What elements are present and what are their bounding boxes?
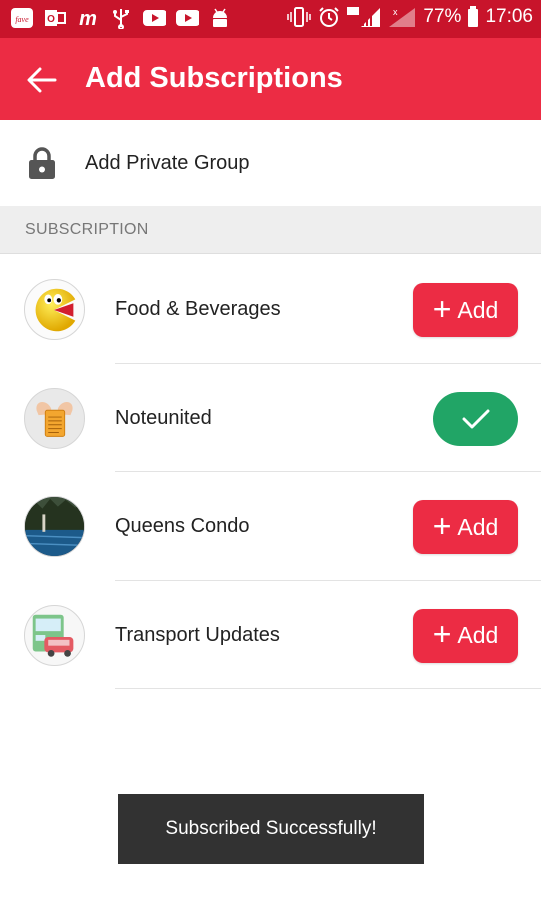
add-button[interactable]: + Add	[413, 500, 518, 554]
section-label: SUBSCRIPTION	[25, 221, 149, 238]
add-button-label: Add	[457, 296, 499, 323]
avatar	[24, 604, 85, 666]
add-button[interactable]: + Add	[413, 608, 518, 663]
back-button[interactable]	[22, 60, 62, 100]
alarm-icon	[317, 6, 341, 28]
list-item: Noteunited	[0, 364, 541, 472]
signal-icon	[347, 6, 381, 28]
note-icon	[36, 401, 73, 437]
signal-weak-icon: x	[387, 6, 417, 28]
svg-text:x: x	[393, 7, 398, 17]
avatar	[24, 279, 85, 340]
android-debug-icon	[208, 7, 232, 29]
toast-message: Subscribed Successfully!	[165, 818, 377, 839]
plus-icon: +	[432, 507, 452, 544]
plus-icon: +	[432, 290, 452, 327]
page-title: Add Subscriptions	[85, 62, 343, 94]
svg-text:fave: fave	[15, 15, 29, 24]
notification-icons: fave O m	[10, 7, 232, 29]
subscription-list: Food & Beverages + Add Noteunited Queens…	[0, 255, 541, 689]
add-private-group-row[interactable]: Add Private Group	[0, 120, 541, 206]
subscription-name: Transport Updates	[115, 623, 280, 646]
add-private-group-label: Add Private Group	[85, 152, 250, 174]
pacman-icon	[35, 288, 76, 332]
checkmark-icon	[462, 409, 489, 428]
add-button-label: Add	[457, 622, 499, 648]
system-status: x 77% 17:06	[287, 6, 533, 28]
divider	[115, 688, 541, 689]
clock: 17:06	[485, 6, 533, 27]
subscription-name: Queens Condo	[115, 515, 250, 537]
avatar	[24, 496, 85, 557]
subscribed-button[interactable]	[433, 391, 518, 446]
svg-text:O: O	[47, 14, 55, 25]
youtube-icon	[142, 7, 166, 29]
plus-icon: +	[432, 616, 452, 652]
usb-icon	[109, 7, 133, 29]
battery-percent: 77%	[423, 6, 462, 27]
subscription-name: Food & Beverages	[115, 298, 281, 320]
subscription-name: Noteunited	[115, 406, 212, 429]
add-button[interactable]: + Add	[413, 283, 518, 337]
avatar	[24, 387, 85, 449]
list-item: Queens Condo + Add	[0, 472, 541, 581]
list-item: Food & Beverages + Add	[0, 255, 541, 364]
status-bar: fave O m x 77% 17:06	[0, 0, 541, 38]
lock-icon	[29, 147, 55, 179]
app-bar: Add Subscriptions	[0, 38, 541, 120]
add-button-label: Add	[457, 513, 499, 540]
outlook-icon: O	[43, 7, 67, 29]
battery-icon	[467, 6, 479, 28]
arrow-left-icon	[27, 67, 57, 93]
vibrate-icon	[287, 6, 312, 28]
youtube-icon	[175, 7, 199, 29]
toast: Subscribed Successfully!	[118, 794, 424, 864]
pool-photo-icon	[25, 497, 84, 556]
bus-icon	[32, 614, 74, 657]
list-item: Transport Updates + Add	[0, 581, 541, 689]
fave-icon: fave	[10, 7, 34, 29]
m-app-icon: m	[76, 7, 100, 29]
svg-text:m: m	[79, 8, 97, 29]
subscription-section-header: SUBSCRIPTION	[0, 206, 541, 254]
